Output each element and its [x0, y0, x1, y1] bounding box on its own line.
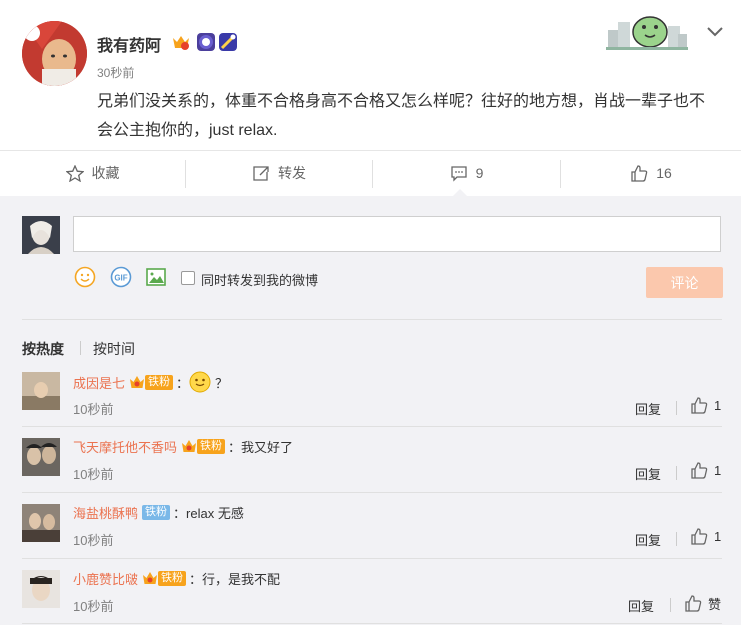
comment-colon: ：: [176, 375, 190, 391]
comment-text: relax 无感: [186, 506, 244, 521]
comment-line: 小鹿赞比啵 铁粉 ： 行，是我不配: [73, 569, 280, 588]
comment-avatar[interactable]: [22, 504, 60, 542]
sort-by-time-tab[interactable]: 按时间: [93, 339, 135, 359]
divider: [22, 319, 722, 320]
comment-input[interactable]: [73, 216, 721, 252]
divider: [22, 623, 722, 624]
comment-time: 10秒前: [73, 467, 114, 482]
comment-text: 我又好了: [241, 440, 294, 455]
fan-badge[interactable]: 铁粉: [142, 571, 187, 586]
comment-count: 9: [475, 165, 484, 181]
comment-username[interactable]: 飞天摩托他不香吗: [73, 437, 177, 456]
post-username[interactable]: 我有药阿: [97, 32, 161, 56]
submit-comment-button[interactable]: 评论: [646, 267, 723, 298]
repost-button[interactable]: 转发: [186, 151, 372, 195]
repost-label: 转发: [278, 165, 306, 181]
crown-icon: [182, 440, 197, 452]
reply-button[interactable]: 回复: [628, 596, 654, 615]
action-divider: [676, 466, 677, 480]
repost-checkbox[interactable]: [181, 271, 195, 285]
like-count: 16: [656, 165, 672, 181]
divider: [22, 558, 722, 559]
comment-avatar[interactable]: [22, 570, 60, 608]
comment-like-button[interactable]: 1: [690, 397, 721, 414]
image-icon[interactable]: [145, 266, 167, 288]
post-action-bar: 收藏 转发 9 16: [0, 150, 741, 197]
post-time: 30秒前: [97, 66, 135, 80]
crown-icon: [143, 572, 158, 584]
comment-colon: ：: [228, 440, 242, 455]
reply-button[interactable]: 回复: [635, 530, 661, 549]
fan-label: 铁粉: [158, 571, 187, 586]
comment-time: 10秒前: [73, 599, 114, 614]
divider: [22, 426, 722, 427]
repost-icon: [253, 165, 269, 181]
dinosaur-sticker-icon: [606, 8, 688, 50]
reply-button[interactable]: 回复: [635, 464, 661, 483]
fan-label: 铁粉: [197, 439, 226, 454]
post-text: 兄弟们没关系的，体重不合格身高不合格又怎么样呢？往好的地方想，肖战一辈子也不会公…: [97, 93, 706, 139]
crown-icon: [130, 375, 145, 388]
sort-divider: [80, 341, 81, 355]
thumbs-up-icon: [631, 164, 648, 182]
comment-line: 成因是七 铁粉 ： ？: [73, 371, 228, 393]
comment-colon: ：: [173, 506, 187, 521]
fan-badge[interactable]: 铁粉: [142, 505, 171, 520]
comment-username[interactable]: 海盐桃酥鸭: [73, 503, 138, 522]
comment-like-count: 1: [714, 529, 722, 544]
emoji-icon[interactable]: [74, 266, 96, 288]
svg-text:GIF: GIF: [114, 274, 127, 283]
comment-colon: ：: [189, 572, 203, 587]
comment-like-count: 1: [714, 463, 722, 478]
comment-like-button[interactable]: 赞: [684, 594, 721, 613]
comment-icon: [450, 165, 467, 182]
comment-like-count: 1: [714, 398, 722, 413]
fan-badge[interactable]: 铁粉: [181, 439, 226, 454]
comment-time: 10秒前: [73, 402, 114, 417]
repost-checkbox-label: 同时转发到我的微博: [201, 273, 319, 288]
thumbs-up-icon: [691, 462, 708, 479]
action-divider: [676, 401, 677, 415]
comment-like-label: 赞: [708, 597, 722, 612]
chevron-down-icon[interactable]: [703, 22, 727, 42]
post-author-avatar[interactable]: [22, 21, 87, 86]
thumbs-up-icon: [691, 397, 708, 414]
comment-line: 海盐桃酥鸭 铁粉 ： relax 无感: [73, 503, 244, 522]
thumbs-up-icon: [691, 528, 708, 545]
meteor-badge-icon[interactable]: [219, 33, 237, 51]
comment-username[interactable]: 小鹿赞比啵: [73, 569, 138, 588]
current-user-avatar[interactable]: [22, 216, 60, 254]
comment-text: ？: [215, 375, 229, 391]
gif-icon[interactable]: GIF: [110, 266, 132, 288]
reply-button[interactable]: 回复: [635, 399, 661, 418]
comment-text: 行，是我不配: [202, 572, 281, 587]
night-badge-icon[interactable]: [197, 33, 215, 51]
comment-like-button[interactable]: 1: [690, 528, 721, 545]
like-button[interactable]: 16: [561, 151, 741, 195]
comment-like-button[interactable]: 1: [690, 462, 721, 479]
thumbs-up-icon: [685, 595, 702, 612]
fan-label: 铁粉: [145, 374, 174, 390]
vip-crown-icon[interactable]: [171, 33, 189, 51]
smile-emoji-icon: [189, 371, 211, 393]
action-divider: [676, 532, 677, 546]
action-divider: [670, 598, 671, 612]
comment-line: 飞天摩托他不香吗 铁粉 ： 我又好了: [73, 437, 293, 456]
comment-username[interactable]: 成因是七: [73, 373, 125, 392]
star-icon: [65, 164, 84, 182]
comment-time: 10秒前: [73, 533, 114, 548]
favorite-button[interactable]: 收藏: [0, 151, 185, 195]
comment-avatar[interactable]: [22, 438, 60, 476]
favorite-label: 收藏: [91, 165, 120, 181]
fan-label: 铁粉: [142, 505, 171, 520]
divider: [22, 492, 722, 493]
sort-by-hot-tab[interactable]: 按热度: [22, 339, 64, 359]
comment-avatar[interactable]: [22, 372, 60, 410]
fan-badge[interactable]: 铁粉: [129, 374, 174, 390]
